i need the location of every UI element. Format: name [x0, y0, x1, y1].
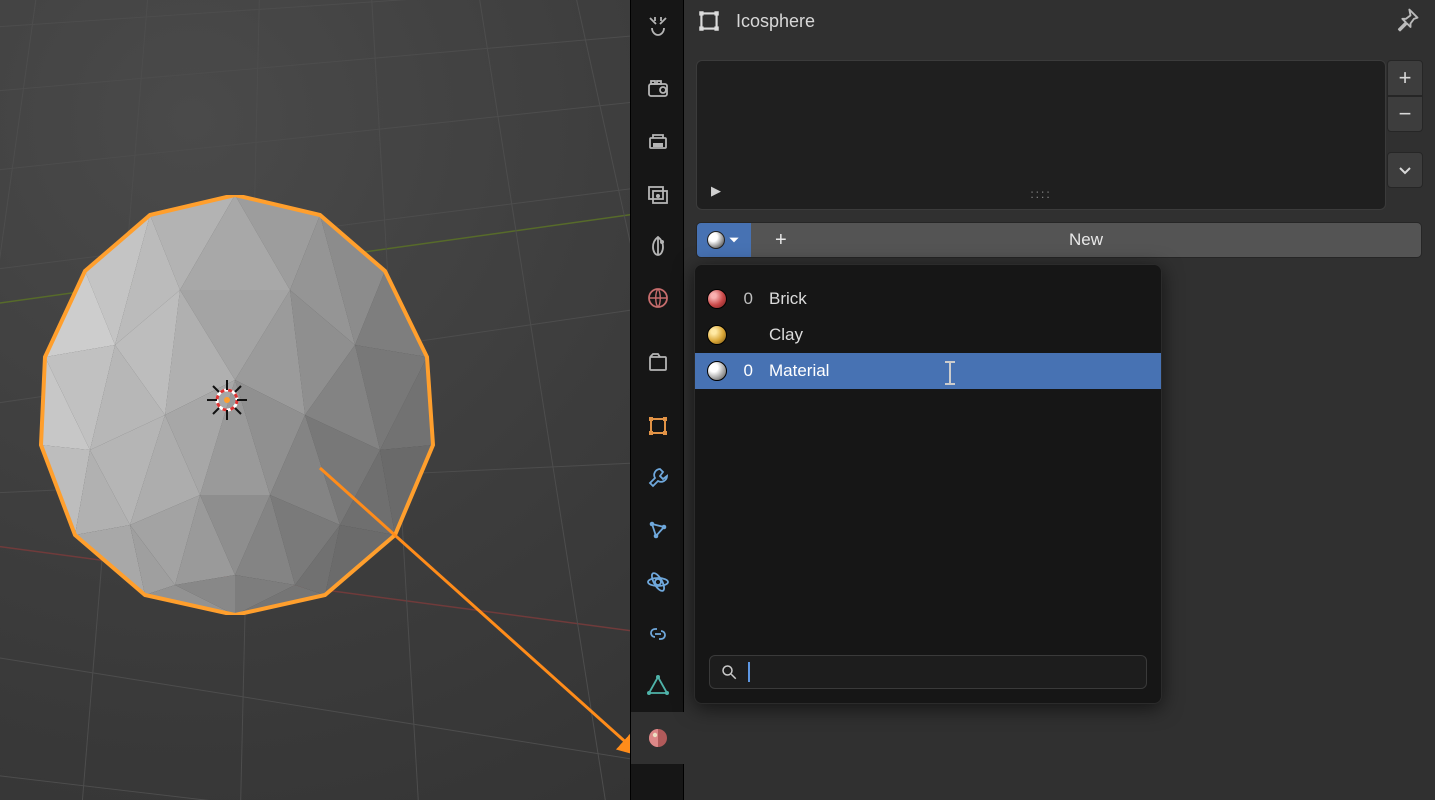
material-browse-icon [707, 231, 725, 249]
material-selector-row: + New [696, 222, 1422, 258]
tab-material[interactable] [631, 712, 685, 764]
breadcrumb-object-name: Icosphere [736, 11, 815, 32]
material-swatch-icon [707, 361, 727, 381]
material-item-usercount: 0 [743, 361, 753, 381]
chevron-down-icon [727, 233, 741, 247]
tab-physics[interactable] [631, 556, 685, 608]
pin-button[interactable] [1393, 6, 1421, 34]
material-swatch-icon [707, 289, 727, 309]
material-dropdown: 0 Brick Clay 0 Material [694, 264, 1162, 704]
property-tab-column [630, 0, 684, 800]
breadcrumb: Icosphere [696, 8, 815, 34]
material-slot-remove-button[interactable]: − [1387, 96, 1423, 132]
tab-particles[interactable] [631, 504, 685, 556]
search-icon [720, 663, 738, 681]
slot-list-resize-grip[interactable]: :::: [1030, 187, 1051, 201]
text-cursor-icon [939, 361, 961, 385]
mesh-icon [696, 8, 722, 34]
material-slot-add-button[interactable]: + [1387, 60, 1423, 96]
material-new-label: New [1069, 230, 1103, 250]
slot-list-expand-toggle[interactable]: ▶ [711, 183, 721, 199]
tab-constraint[interactable] [631, 608, 685, 660]
tab-modifier[interactable] [631, 452, 685, 504]
material-swatch-icon [707, 325, 727, 345]
material-dropdown-list: 0 Brick Clay 0 Material [695, 275, 1161, 395]
material-browse-button[interactable] [697, 223, 751, 257]
material-dropdown-item[interactable]: 0 Brick [695, 281, 1161, 317]
properties-panel: Icosphere ▶ :::: + − + New 0BrickClay0Ma… [684, 0, 1435, 800]
tab-viewlayer[interactable] [631, 168, 685, 220]
viewport-3d[interactable] [0, 0, 630, 800]
material-item-label: Material [769, 361, 829, 381]
material-item-usercount: 0 [743, 289, 753, 309]
viewport-grid [0, 0, 630, 800]
material-dropdown-search[interactable] [709, 655, 1147, 689]
material-new-button[interactable]: + New [751, 223, 1421, 257]
plus-icon: + [775, 229, 787, 252]
tab-collection[interactable] [631, 336, 685, 388]
tab-render[interactable] [631, 64, 685, 116]
tab-output[interactable] [631, 116, 685, 168]
material-dropdown-item[interactable]: 0 Material [695, 353, 1161, 389]
tab-scene[interactable] [631, 220, 685, 272]
material-slot-menu-button[interactable] [1387, 152, 1423, 188]
material-item-label: Clay [769, 325, 803, 345]
tab-world[interactable] [631, 272, 685, 324]
search-caret [748, 662, 750, 682]
material-item-label: Brick [769, 289, 807, 309]
tab-tool[interactable] [631, 0, 685, 52]
material-slot-list[interactable]: ▶ :::: [696, 60, 1386, 210]
tab-object[interactable] [631, 400, 685, 452]
tab-mesh[interactable] [631, 660, 685, 712]
material-dropdown-item[interactable]: Clay [695, 317, 1161, 353]
